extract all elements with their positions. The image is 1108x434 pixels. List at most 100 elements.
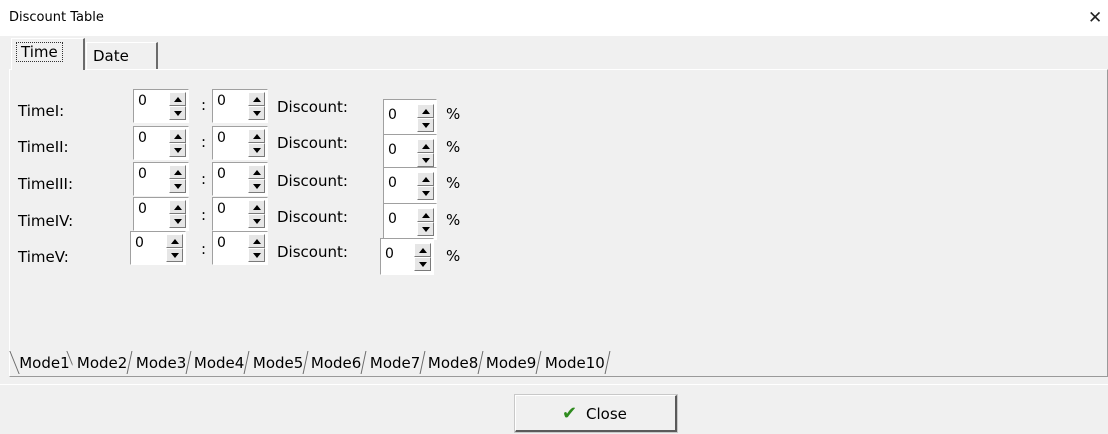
tab-mode-label: Mode4 <box>194 354 245 372</box>
row-label: TimeIV: <box>18 212 74 230</box>
spin-up-icon[interactable] <box>248 200 265 214</box>
hour-spinner[interactable]: 0 <box>133 126 189 160</box>
spin-up-icon[interactable] <box>414 243 431 257</box>
row-label: TimeIII: <box>18 175 74 193</box>
spin-down-icon[interactable] <box>248 179 265 193</box>
spin-up-icon[interactable] <box>169 129 186 143</box>
close-button[interactable]: ✔ Close <box>514 394 678 433</box>
hour-spinner[interactable]: 0 <box>133 162 189 196</box>
tab-date[interactable]: Date <box>86 42 158 69</box>
percent-unit: % <box>446 211 461 229</box>
title-bar: Discount Table ✕ <box>0 0 1108 36</box>
spin-up-icon[interactable] <box>166 234 183 248</box>
tab-mode4[interactable]: Mode4 <box>187 351 251 374</box>
mode-tabs: Mode1 Mode2 Mode3 Mode4 Mode5 Mode6 Mode7 Mode8… <box>9 351 611 377</box>
discount-label: Discount: <box>277 172 348 190</box>
tab-time-label: Time <box>16 42 63 62</box>
discount-value: 0 <box>388 142 397 158</box>
tab-mode3[interactable]: Mode3 <box>129 351 192 374</box>
percent-unit: % <box>446 174 461 192</box>
spin-down-icon[interactable] <box>417 186 434 200</box>
tab-mode10[interactable]: Mode10 <box>538 351 611 374</box>
minute-spinner[interactable]: 0 <box>212 162 268 196</box>
tab-mode-label: Mode10 <box>544 354 605 372</box>
tab-mode-label: Mode2 <box>77 354 128 372</box>
discount-value: 0 <box>388 175 397 191</box>
check-icon: ✔ <box>562 403 578 424</box>
spin-up-icon[interactable] <box>248 92 265 106</box>
discount-spinner[interactable]: 0 <box>383 203 437 240</box>
tab-mode9[interactable]: Mode9 <box>479 351 543 374</box>
tab-mode7[interactable]: Mode7 <box>363 351 426 374</box>
spin-down-icon[interactable] <box>248 214 265 228</box>
spin-up-icon[interactable] <box>417 208 434 222</box>
spin-down-icon[interactable] <box>166 248 183 262</box>
spin-down-icon[interactable] <box>417 222 434 236</box>
spin-down-icon[interactable] <box>248 143 265 157</box>
tab-mode-label: Mode1 <box>19 354 70 372</box>
spin-up-icon[interactable] <box>417 104 434 118</box>
spin-down-icon[interactable] <box>248 106 265 120</box>
spin-down-icon[interactable] <box>169 106 186 120</box>
tab-mode-label: Mode5 <box>252 354 304 372</box>
percent-unit: % <box>446 138 461 156</box>
discount-label: Discount: <box>277 134 348 152</box>
spin-up-icon[interactable] <box>169 200 186 214</box>
close-icon[interactable]: ✕ <box>1088 10 1102 27</box>
minute-value: 0 <box>217 93 226 109</box>
hour-spinner[interactable]: 0 <box>130 231 186 265</box>
tab-time[interactable]: Time <box>11 38 85 70</box>
hour-value: 0 <box>138 201 147 217</box>
tab-mode-label: Mode9 <box>486 354 537 372</box>
percent-unit: % <box>446 105 461 123</box>
spin-up-icon[interactable] <box>248 165 265 179</box>
spin-down-icon[interactable] <box>248 248 265 262</box>
tab-mode6[interactable]: Mode6 <box>304 351 367 374</box>
discount-spinner[interactable]: 0 <box>380 238 434 275</box>
discount-spinner[interactable]: 0 <box>383 99 437 136</box>
tab-mode1[interactable]: Mode1 <box>9 351 78 374</box>
discount-spinner[interactable]: 0 <box>383 134 437 171</box>
spin-up-icon[interactable] <box>248 234 265 248</box>
spin-up-icon[interactable] <box>169 165 186 179</box>
tab-mode-label: Mode8 <box>427 354 479 372</box>
spin-down-icon[interactable] <box>417 118 434 132</box>
hour-spinner[interactable]: 0 <box>133 89 189 123</box>
tab-mode8[interactable]: Mode8 <box>421 351 484 374</box>
discount-spinner[interactable]: 0 <box>383 167 437 204</box>
minute-spinner[interactable]: 0 <box>212 231 268 265</box>
time-separator: : <box>201 170 207 188</box>
row-label: TimeI: <box>18 102 65 120</box>
footer-divider <box>0 384 1108 385</box>
hour-value: 0 <box>138 166 147 182</box>
minute-value: 0 <box>217 166 226 182</box>
minute-spinner[interactable]: 0 <box>212 197 268 231</box>
spin-up-icon[interactable] <box>417 172 434 186</box>
close-button-label: Close <box>586 405 627 423</box>
spin-down-icon[interactable] <box>417 153 434 167</box>
spin-up-icon[interactable] <box>169 92 186 106</box>
minute-value: 0 <box>217 201 226 217</box>
minute-value: 0 <box>217 130 226 146</box>
spin-up-icon[interactable] <box>417 139 434 153</box>
spin-down-icon[interactable] <box>169 179 186 193</box>
spin-down-icon[interactable] <box>169 214 186 228</box>
spin-down-icon[interactable] <box>169 143 186 157</box>
spin-up-icon[interactable] <box>248 129 265 143</box>
hour-value: 0 <box>138 93 147 109</box>
tab-mode-label: Mode6 <box>311 354 362 372</box>
tab-date-label: Date <box>93 47 129 65</box>
minute-spinner[interactable]: 0 <box>212 126 268 160</box>
time-separator: : <box>201 133 207 151</box>
tab-mode-label: Mode3 <box>135 354 187 372</box>
tab-mode5[interactable]: Mode5 <box>246 351 309 374</box>
hour-spinner[interactable]: 0 <box>133 197 189 231</box>
discount-value: 0 <box>388 107 397 123</box>
hour-value: 0 <box>138 130 147 146</box>
tab-mode2[interactable]: Mode2 <box>70 351 134 374</box>
spin-down-icon[interactable] <box>414 257 431 271</box>
discount-value: 0 <box>388 211 397 227</box>
minute-spinner[interactable]: 0 <box>212 89 268 123</box>
time-separator: : <box>201 96 207 114</box>
discount-value: 0 <box>385 246 394 262</box>
